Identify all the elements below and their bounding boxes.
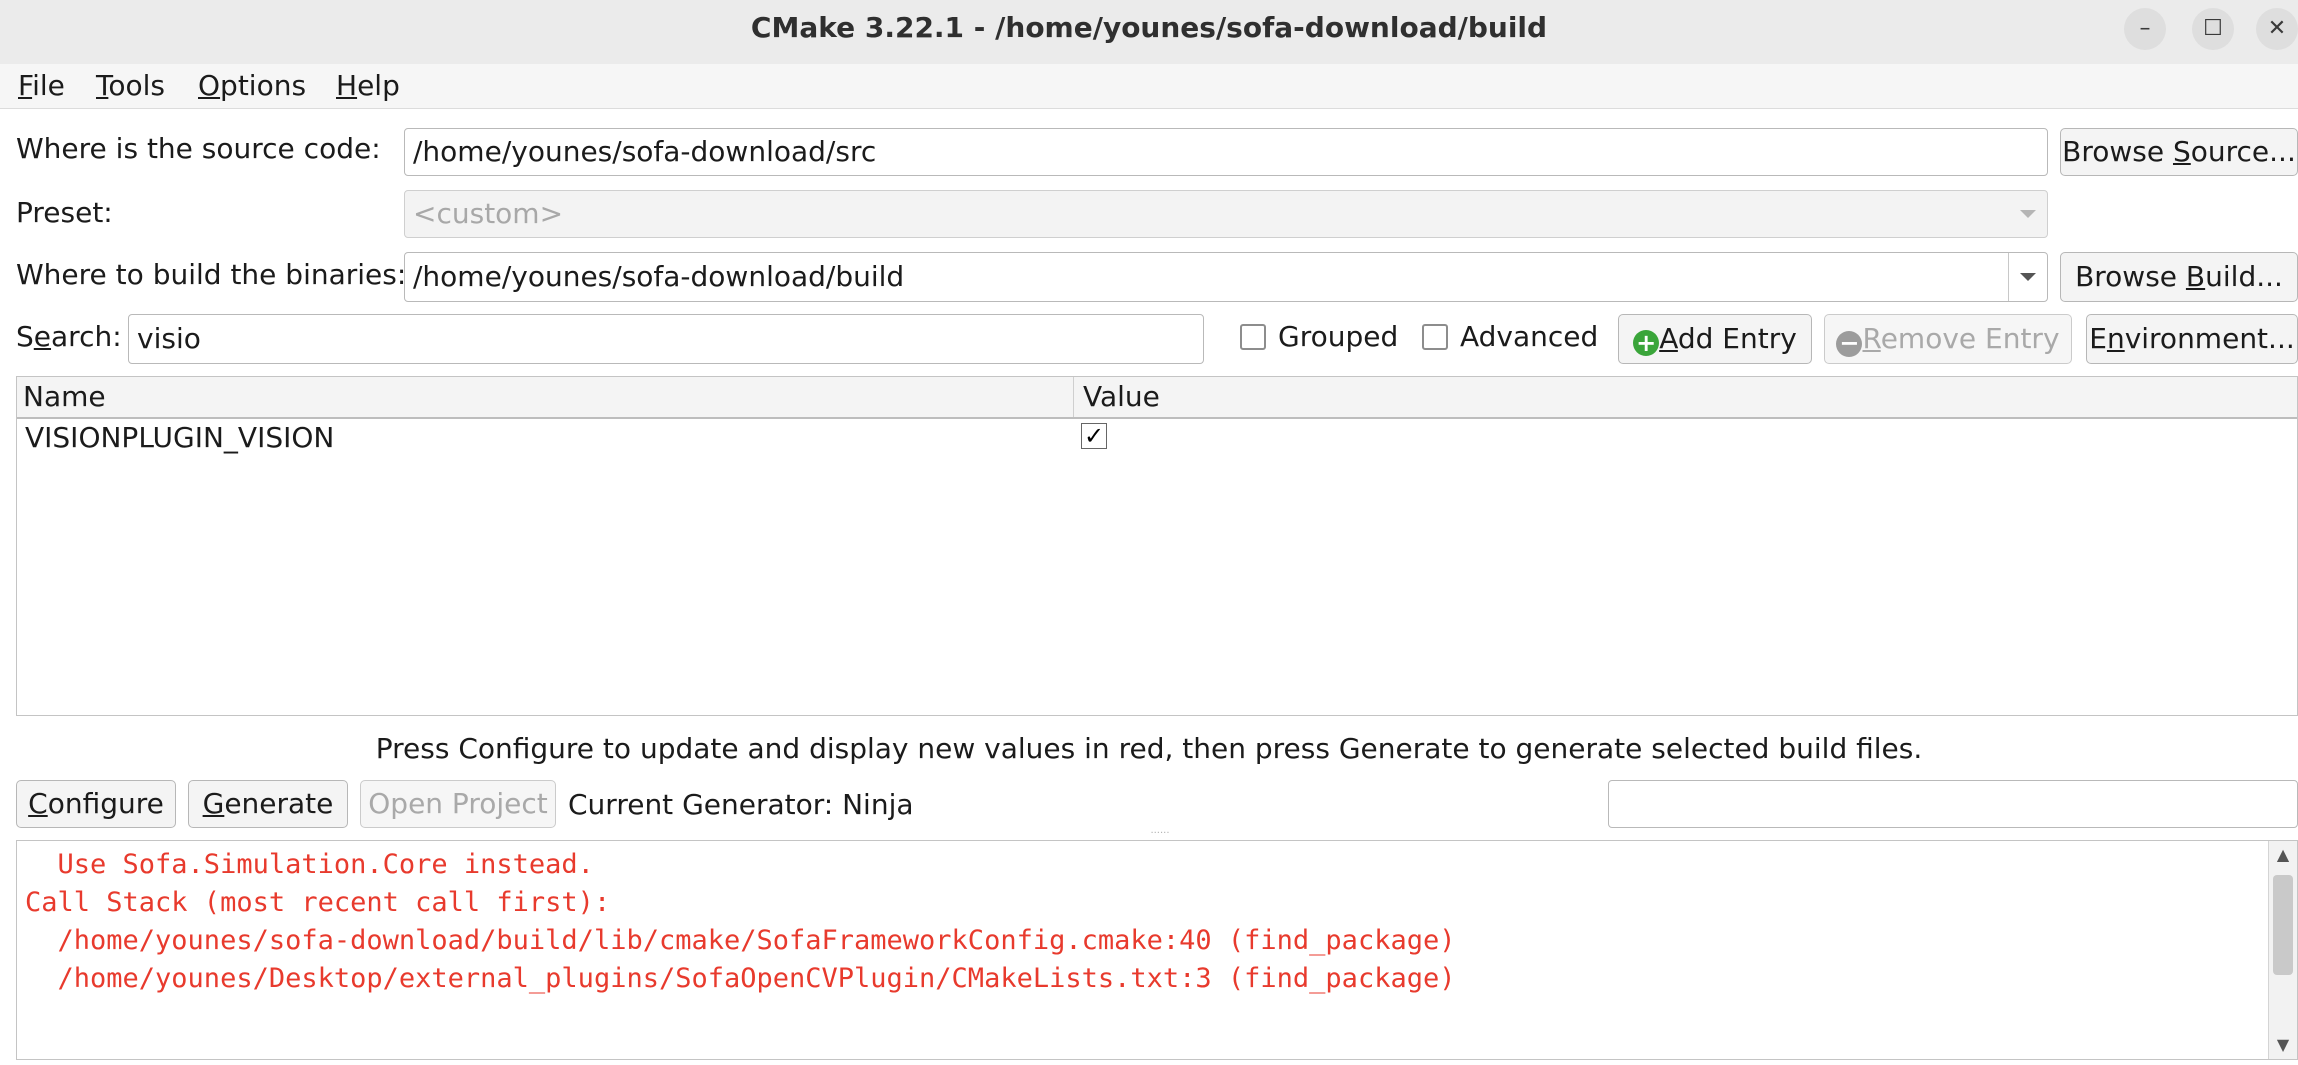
row-name: VISIONPLUGIN_VISION xyxy=(25,421,335,454)
hint-text: Press Configure to update and display ne… xyxy=(375,732,1923,765)
cache-table[interactable]: Name Value VISIONPLUGIN_VISION ✓ xyxy=(16,376,2298,716)
preset-value: <custom> xyxy=(413,197,564,230)
menu-help[interactable]: Help xyxy=(336,64,400,108)
column-header-value[interactable]: Value xyxy=(1077,377,1160,417)
environment-button[interactable]: Environment... xyxy=(2086,314,2298,364)
source-input[interactable]: /home/younes/sofa-download/src xyxy=(404,128,2048,176)
progress-field xyxy=(1608,780,2298,828)
output-line: /home/younes/Desktop/external_plugins/So… xyxy=(25,963,1456,994)
column-header-name[interactable]: Name xyxy=(17,377,106,417)
binaries-combo[interactable]: /home/younes/sofa-download/build xyxy=(404,252,2048,302)
chevron-down-icon[interactable] xyxy=(2008,253,2047,301)
binaries-label: Where to build the binaries: xyxy=(16,258,407,291)
generate-button[interactable]: Generate xyxy=(188,780,348,828)
preset-select[interactable]: <custom> xyxy=(404,190,2048,238)
column-divider[interactable] xyxy=(1073,377,1074,417)
table-header: Name Value xyxy=(17,377,2297,419)
menu-options[interactable]: Options xyxy=(198,64,306,108)
remove-entry-button[interactable]: − Remove Entry xyxy=(1824,314,2072,364)
add-entry-button[interactable]: + Add Entry xyxy=(1618,314,1812,364)
browse-build-button[interactable]: Browse Build... xyxy=(2060,252,2298,302)
minimize-icon: – xyxy=(2139,16,2151,41)
menu-file[interactable]: File xyxy=(18,64,65,108)
output-scrollbar[interactable]: ▲ ▼ xyxy=(2268,841,2297,1059)
output-log[interactable]: Use Sofa.Simulation.Core instead. Call S… xyxy=(16,840,2298,1060)
configure-button[interactable]: Configure xyxy=(16,780,176,828)
preset-label: Preset: xyxy=(16,196,113,229)
open-project-button[interactable]: Open Project xyxy=(360,780,556,828)
output-line: Use Sofa.Simulation.Core instead. xyxy=(25,849,594,880)
current-generator-label: Current Generator: Ninja xyxy=(568,788,914,821)
row-value-checkbox[interactable]: ✓ xyxy=(1081,423,1107,449)
output-line: Call Stack (most recent call first): xyxy=(25,887,611,918)
advanced-checkbox[interactable] xyxy=(1422,324,1448,350)
maximize-icon: ☐ xyxy=(2203,16,2223,41)
maximize-button[interactable]: ☐ xyxy=(2192,8,2234,50)
minimize-button[interactable]: – xyxy=(2124,8,2166,50)
splitter-handle[interactable]: ······ xyxy=(1140,829,1180,839)
grouped-label: Grouped xyxy=(1278,320,1399,353)
search-input[interactable]: visio xyxy=(128,314,1204,364)
advanced-label: Advanced xyxy=(1460,320,1599,353)
remove-icon: − xyxy=(1836,331,1863,357)
close-button[interactable]: ✕ xyxy=(2256,8,2298,50)
scroll-up-icon[interactable]: ▲ xyxy=(2269,841,2297,869)
scroll-thumb[interactable] xyxy=(2273,875,2293,975)
checkmark-icon: ✓ xyxy=(1083,422,1105,450)
close-icon: ✕ xyxy=(2267,16,2287,41)
menu-bar: File Tools Options Help xyxy=(0,64,2298,109)
add-icon: + xyxy=(1633,330,1660,356)
menu-tools[interactable]: Tools xyxy=(96,64,165,108)
binaries-value: /home/younes/sofa-download/build xyxy=(413,260,905,293)
grouped-checkbox[interactable] xyxy=(1240,324,1266,350)
title-bar: CMake 3.22.1 - /home/younes/sofa-downloa… xyxy=(0,0,2298,65)
browse-source-button[interactable]: Browse Source... xyxy=(2060,128,2298,176)
source-label: Where is the source code: xyxy=(16,132,381,165)
scroll-down-icon[interactable]: ▼ xyxy=(2269,1031,2297,1059)
window-title: CMake 3.22.1 - /home/younes/sofa-downloa… xyxy=(750,11,1548,44)
chevron-down-icon xyxy=(2009,191,2047,237)
search-label: Search: xyxy=(16,320,122,353)
output-line: /home/younes/sofa-download/build/lib/cma… xyxy=(25,925,1456,956)
